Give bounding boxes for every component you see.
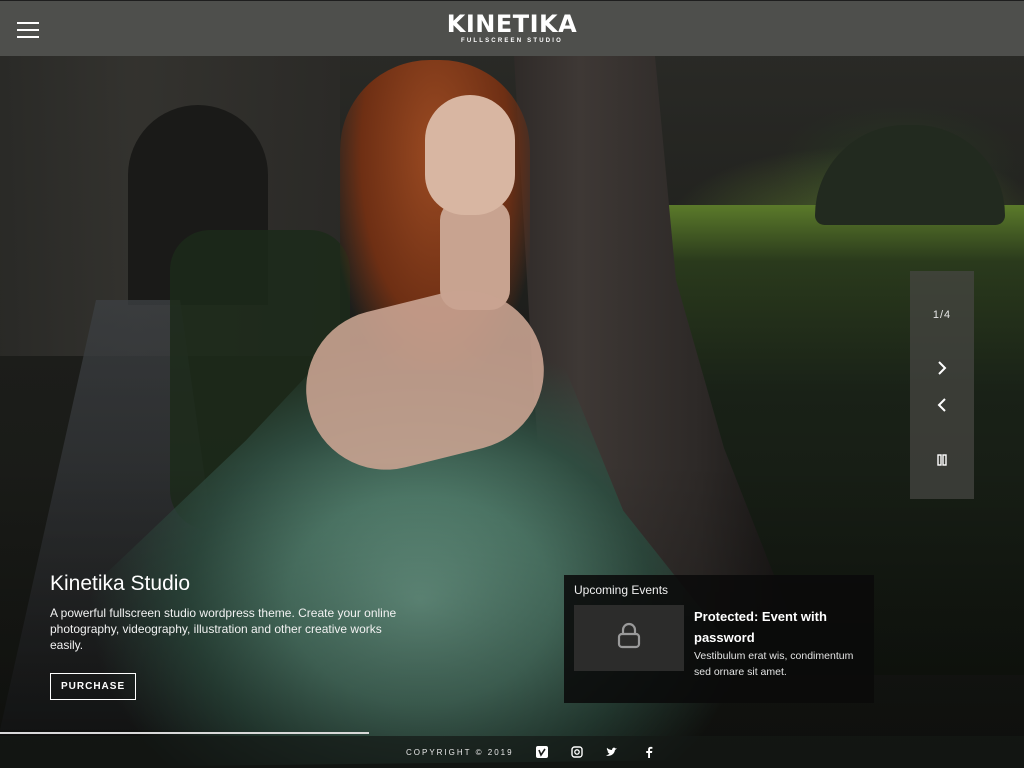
slider-controls: 1/4 xyxy=(910,271,974,499)
pause-icon[interactable] xyxy=(930,448,954,472)
event-thumbnail[interactable] xyxy=(574,605,684,671)
hero-description: A powerful fullscreen studio wordpress t… xyxy=(50,606,397,652)
hero-caption: Kinetika Studio A powerful fullscreen st… xyxy=(50,571,410,700)
lock-icon xyxy=(614,621,644,656)
slide-counter: 1/4 xyxy=(932,309,952,321)
slide-progress-fill xyxy=(0,732,369,734)
event-title-link[interactable]: Protected: Event with password xyxy=(694,606,864,648)
purchase-button[interactable]: PURCHASE xyxy=(50,673,137,700)
logo-title: KINETIKA xyxy=(446,10,578,38)
events-heading: Upcoming Events xyxy=(574,583,669,597)
hamburger-menu-icon[interactable] xyxy=(17,22,39,38)
top-header: KINETIKA FULLSCREEN STUDIO xyxy=(0,0,1024,56)
hero-title: Kinetika Studio xyxy=(50,572,191,595)
chevron-right-icon[interactable] xyxy=(930,356,954,380)
copyright-text: COPYRIGHT © 2019 xyxy=(406,748,514,757)
upcoming-events-panel: Upcoming Events Protected: Event with pa… xyxy=(564,575,874,703)
instagram-icon[interactable] xyxy=(570,745,584,759)
slide-progress-bar xyxy=(0,732,1024,734)
vimeo-icon[interactable] xyxy=(535,745,549,759)
event-excerpt: Vestibulum erat wis, condimentum sed orn… xyxy=(694,650,854,678)
chevron-left-icon[interactable] xyxy=(930,393,954,417)
site-logo[interactable]: KINETIKA FULLSCREEN STUDIO xyxy=(400,11,624,44)
facebook-icon[interactable] xyxy=(642,745,656,759)
twitter-icon[interactable] xyxy=(604,745,618,759)
logo-subtitle: FULLSCREEN STUDIO xyxy=(460,38,564,44)
